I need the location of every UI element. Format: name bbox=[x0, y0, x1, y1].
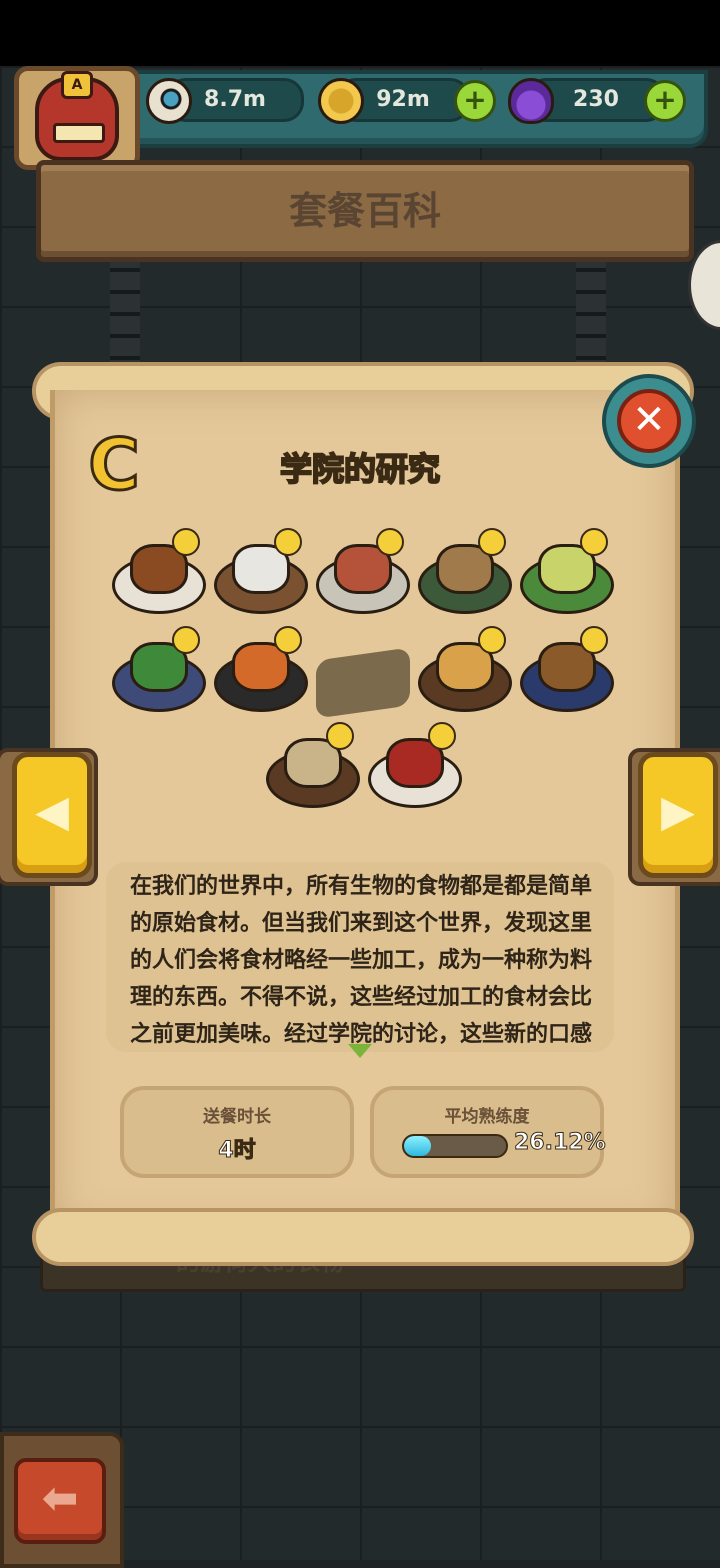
crown-face-icon bbox=[478, 528, 506, 556]
scroll-bottom-roll bbox=[32, 1208, 694, 1266]
next-page-button[interactable]: ▶ bbox=[638, 752, 718, 878]
close-icon: ✕ bbox=[617, 389, 681, 453]
delivery-time-value: 4时 bbox=[218, 1138, 256, 1164]
dish-slot[interactable] bbox=[262, 722, 360, 812]
avatar-teeth bbox=[53, 123, 105, 143]
dish-slot[interactable] bbox=[210, 626, 308, 716]
crown-face-icon bbox=[274, 626, 302, 654]
dish-slot[interactable] bbox=[312, 528, 410, 618]
crown-face-icon bbox=[428, 722, 456, 750]
collection-description: 在我们的世界中，所有生物的食物都是都是简单的原始食材。但当我们来到这个世界，发现… bbox=[130, 874, 593, 1047]
back-button[interactable]: ⬅ bbox=[14, 1458, 106, 1544]
crown-face-icon bbox=[376, 528, 404, 556]
dish-slot[interactable] bbox=[108, 626, 206, 716]
arrow-left-icon: ⬅ bbox=[41, 1473, 79, 1524]
grade-badge: C bbox=[87, 424, 141, 506]
dish-slot[interactable] bbox=[516, 528, 614, 618]
page-title: 套餐百科 bbox=[288, 189, 441, 233]
proficiency-stat: 平均熟练度 26.12% bbox=[370, 1086, 607, 1178]
dish-slot[interactable] bbox=[210, 528, 308, 618]
proficiency-progress-bar bbox=[402, 1134, 508, 1158]
coin-icon bbox=[318, 78, 364, 124]
delivery-time-stat: 送餐时长 4时 bbox=[120, 1086, 354, 1178]
add-potions-button[interactable]: + bbox=[644, 80, 686, 122]
collection-title: 学院的研究 bbox=[279, 449, 441, 489]
description-box[interactable]: 在我们的世界中，所有生物的食物都是都是简单的原始食材。但当我们来到这个世界，发现… bbox=[106, 862, 614, 1052]
dish-slot-locked[interactable] bbox=[312, 626, 410, 719]
avatar-frame[interactable]: A bbox=[14, 66, 140, 170]
crown-face-icon bbox=[326, 722, 354, 750]
crown-face-icon bbox=[274, 528, 302, 556]
add-coins-button[interactable]: + bbox=[454, 80, 496, 122]
chevron-right-icon: ▶ bbox=[661, 786, 695, 837]
close-button[interactable]: ✕ bbox=[602, 374, 696, 468]
crown-face-icon bbox=[172, 626, 200, 654]
crown-face-icon bbox=[580, 626, 608, 654]
chevron-left-icon: ◀ bbox=[35, 786, 69, 837]
dish-slot[interactable] bbox=[414, 626, 512, 716]
proficiency-progress-fill bbox=[404, 1136, 431, 1156]
crown-face-icon bbox=[172, 528, 200, 556]
crown-face-icon bbox=[478, 626, 506, 654]
dish-plate bbox=[316, 647, 410, 719]
status-bar bbox=[0, 0, 720, 66]
dish-slot[interactable] bbox=[364, 722, 462, 812]
dish-slot[interactable] bbox=[108, 528, 206, 618]
proficiency-label: 平均熟练度 bbox=[444, 1107, 530, 1127]
eyeball-icon bbox=[146, 78, 192, 124]
potion-icon bbox=[508, 78, 554, 124]
scroll-down-icon bbox=[348, 1044, 372, 1058]
proficiency-value: 26.12% bbox=[514, 1130, 607, 1156]
avatar[interactable]: A bbox=[35, 71, 119, 161]
crown-face-icon bbox=[580, 528, 608, 556]
title-plank: 套餐百科 bbox=[36, 160, 694, 262]
dish-slot[interactable] bbox=[516, 626, 614, 716]
delivery-time-label: 送餐时长 bbox=[203, 1107, 271, 1127]
dish-slot[interactable] bbox=[414, 528, 512, 618]
prev-page-button[interactable]: ◀ bbox=[12, 752, 92, 878]
avatar-rank-badge: A bbox=[61, 71, 93, 99]
